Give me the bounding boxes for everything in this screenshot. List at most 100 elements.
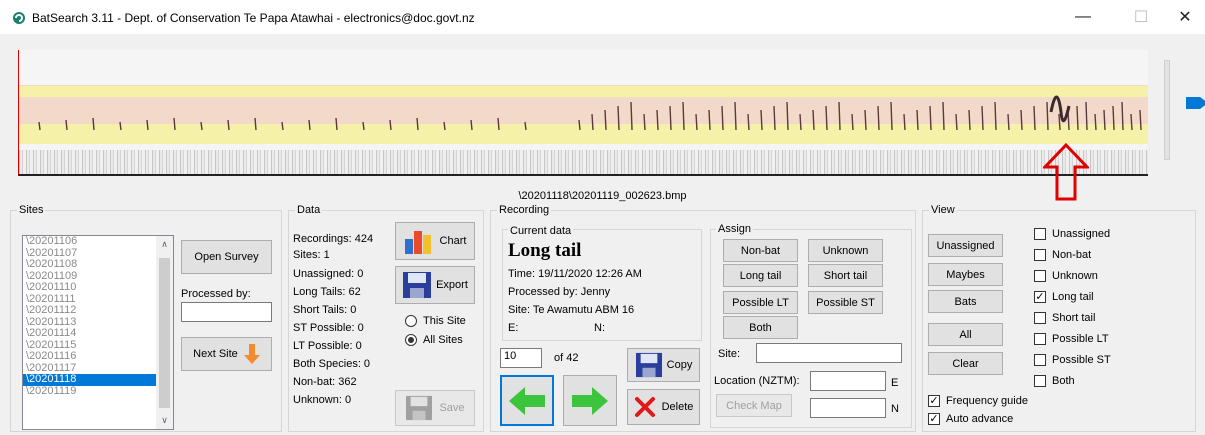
- bat-call-mark: [942, 101, 945, 131]
- location-northing-input[interactable]: [810, 398, 886, 418]
- easting-suffix: E: [891, 377, 899, 389]
- filter-checkbox[interactable]: [1034, 354, 1046, 366]
- bat-call-mark: [524, 121, 527, 131]
- save-button[interactable]: Save: [395, 390, 475, 426]
- bat-call-mark: [1112, 105, 1115, 131]
- stat-lt-possible: LT Possible: 0: [293, 340, 362, 352]
- this-site-radio[interactable]: [405, 315, 417, 327]
- minimize-button[interactable]: —: [1060, 0, 1106, 34]
- location-label: Location (NZTM):: [714, 375, 800, 387]
- next-recording-button[interactable]: [563, 375, 617, 426]
- bat-call-mark: [916, 109, 919, 131]
- bat-call-mark: [308, 119, 311, 131]
- chart-button[interactable]: Chart: [395, 222, 475, 260]
- auto-advance-label: Auto advance: [946, 413, 1014, 425]
- view-all-button[interactable]: All: [928, 323, 1003, 346]
- all-sites-radio[interactable]: [405, 334, 417, 346]
- northing-suffix: N: [891, 403, 899, 415]
- bat-call-mark: [981, 105, 984, 131]
- recording-total: of 42: [554, 352, 579, 364]
- open-survey-button[interactable]: Open Survey: [181, 240, 272, 274]
- bat-call-mark: [443, 121, 446, 131]
- filter-label: Long tail: [1052, 291, 1094, 303]
- assign-unknown-button[interactable]: Unknown: [808, 239, 883, 262]
- data-legend: Data: [297, 204, 321, 216]
- sites-list[interactable]: \20201106 \20201107 \20201108 \20201109 \202…: [22, 235, 174, 430]
- frequency-guide-checkbox[interactable]: ✓: [928, 395, 940, 407]
- spectrogram-view[interactable]: [18, 50, 1148, 176]
- bat-call-mark: [669, 105, 672, 131]
- site-list-item[interactable]: \20201112: [23, 304, 173, 317]
- assign-possible-lt-button[interactable]: Possible LT: [723, 291, 798, 314]
- zoom-slider-thumb[interactable]: [1186, 97, 1205, 109]
- processed-by-input[interactable]: [181, 302, 272, 322]
- bat-call-mark: [1058, 113, 1061, 131]
- maximize-button[interactable]: ☐: [1118, 0, 1164, 34]
- previous-recording-button[interactable]: [500, 375, 554, 426]
- site-list-item[interactable]: \20201118: [23, 373, 173, 386]
- scroll-thumb[interactable]: [159, 258, 170, 408]
- scroll-down-icon[interactable]: ∨: [156, 412, 173, 429]
- site-list-item[interactable]: \20201106: [23, 236, 173, 248]
- next-site-button[interactable]: Next Site: [181, 337, 272, 371]
- assign-site-input[interactable]: [756, 343, 902, 363]
- site-list-item[interactable]: \20201116: [23, 350, 173, 363]
- stat-st-possible: ST Possible: 0: [293, 322, 364, 334]
- check-map-button[interactable]: Check Map: [716, 394, 792, 417]
- site-list-item[interactable]: \20201110: [23, 281, 173, 294]
- bat-call-mark: [92, 117, 95, 131]
- assign-short-tail-button[interactable]: Short tail: [808, 264, 883, 287]
- filter-checkbox[interactable]: [1034, 270, 1046, 282]
- bat-call-mark: [470, 119, 473, 131]
- bat-call-mark: [362, 121, 365, 131]
- filter-checkbox[interactable]: [1034, 228, 1046, 240]
- recording-site: Site: Te Awamutu ABM 16: [508, 304, 635, 316]
- sites-scrollbar[interactable]: ∧ ∨: [156, 236, 173, 429]
- view-maybes-button[interactable]: Maybes: [928, 263, 1003, 286]
- bat-call-mark: [1007, 113, 1010, 131]
- save-label: Save: [439, 402, 465, 414]
- filter-checkbox[interactable]: [1034, 312, 1046, 324]
- bat-call-mark: [1049, 95, 1071, 123]
- site-list-item[interactable]: \20201119: [23, 385, 173, 398]
- site-list-item[interactable]: \20201108: [23, 258, 173, 271]
- auto-advance-checkbox[interactable]: ✓: [928, 413, 940, 425]
- bat-call-mark: [591, 113, 594, 131]
- close-button[interactable]: ✕: [1162, 0, 1205, 34]
- bat-call-mark: [416, 117, 419, 131]
- stat-recordings: Recordings: 424: [293, 233, 374, 245]
- assign-non-bat-button[interactable]: Non-bat: [723, 239, 798, 262]
- bat-call-mark: [630, 101, 633, 131]
- bat-call-mark: [604, 109, 607, 131]
- bat-call-mark: [389, 119, 392, 131]
- assign-possible-st-button[interactable]: Possible ST: [808, 291, 883, 314]
- recording-index-input[interactable]: 10: [500, 348, 542, 368]
- view-unassigned-button[interactable]: Unassigned: [928, 234, 1003, 257]
- recording-northing: N:: [594, 322, 605, 334]
- bat-call-mark: [497, 117, 500, 131]
- bat-call-mark: [851, 113, 854, 131]
- export-button[interactable]: Export: [395, 266, 475, 304]
- location-easting-input[interactable]: [810, 371, 886, 391]
- view-bats-button[interactable]: Bats: [928, 290, 1003, 313]
- stat-both-species: Both Species: 0: [293, 358, 371, 370]
- view-clear-button[interactable]: Clear: [928, 352, 1003, 375]
- zoom-slider-track[interactable]: [1164, 60, 1170, 160]
- copy-label: Copy: [666, 359, 693, 371]
- scroll-up-icon[interactable]: ∧: [156, 236, 173, 253]
- stat-short-tails: Short Tails: 0: [293, 304, 357, 316]
- delete-button[interactable]: Delete: [627, 389, 700, 425]
- filter-checkbox[interactable]: ✓: [1034, 291, 1046, 303]
- assign-long-tail-button[interactable]: Long tail: [723, 264, 798, 287]
- left-arrow-icon: [509, 386, 545, 415]
- site-list-item[interactable]: \20201114: [23, 327, 173, 340]
- bat-call-mark: [1033, 105, 1036, 131]
- filter-checkbox[interactable]: [1034, 333, 1046, 345]
- filter-checkbox[interactable]: [1034, 375, 1046, 387]
- copy-button[interactable]: Copy: [627, 348, 700, 382]
- filter-checkbox[interactable]: [1034, 249, 1046, 261]
- bat-call-mark: [799, 113, 802, 131]
- assign-both-button[interactable]: Both: [723, 316, 798, 339]
- species-title: Long tail: [508, 240, 582, 261]
- bat-call-mark: [643, 113, 646, 131]
